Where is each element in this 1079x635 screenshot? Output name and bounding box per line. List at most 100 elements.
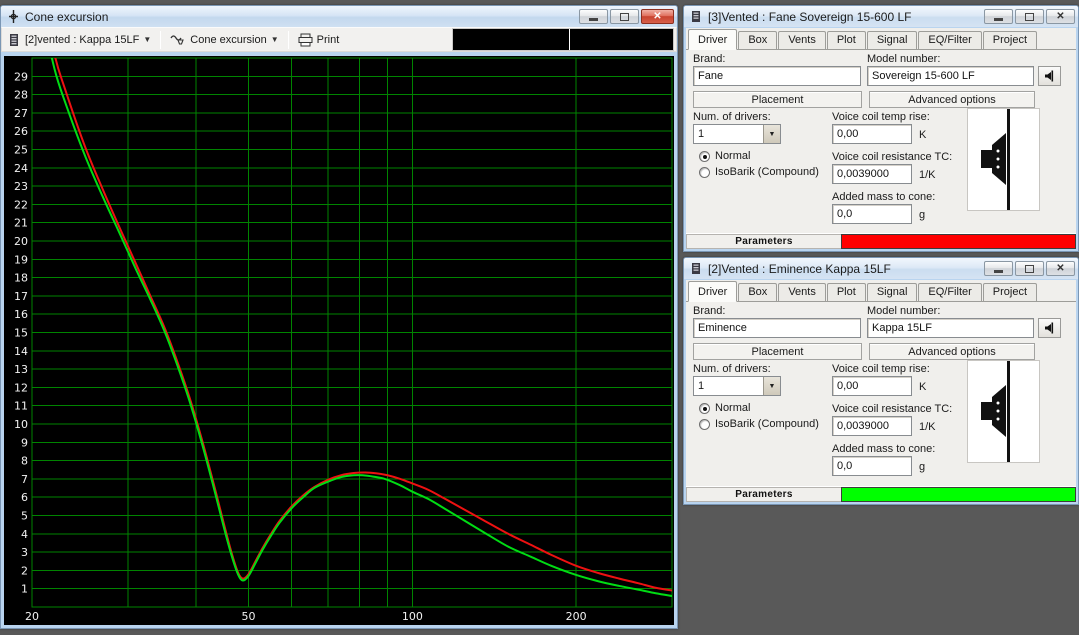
num-drivers-label: Num. of drivers:: [693, 111, 771, 123]
vc-res-label: Voice coil resistance TC:: [832, 403, 953, 415]
num-drivers-select[interactable]: 1 ▼: [693, 124, 781, 144]
radio-isobarik[interactable]: IsoBarik (Compound): [699, 166, 819, 178]
tab-plot[interactable]: Plot: [826, 283, 866, 301]
added-mass-input[interactable]: 0,0: [832, 204, 912, 224]
toolbar-separator: [287, 30, 289, 49]
close-button[interactable]: ✕: [1046, 261, 1075, 276]
model-number-label: Model number:: [867, 53, 941, 65]
num-drivers-select[interactable]: 1 ▼: [693, 376, 781, 396]
tab-driver[interactable]: Driver: [688, 281, 738, 302]
plot-window-titlebar[interactable]: Cone excursion ✕: [1, 6, 677, 27]
toolbar-separator: [160, 30, 162, 49]
chevron-down-icon: ▼: [270, 35, 279, 44]
brand-label: Brand:: [693, 53, 726, 65]
parameters-progress: [841, 234, 1076, 249]
tab-eq-filter[interactable]: EQ/Filter: [918, 31, 982, 49]
restore-button[interactable]: [1015, 9, 1044, 24]
vc-res-unit: 1/K: [919, 421, 936, 433]
brand-input[interactable]: Eminence: [693, 318, 861, 338]
vc-res-input[interactable]: 0,0039000: [832, 416, 912, 436]
restore-button[interactable]: [610, 9, 639, 24]
svg-text:4: 4: [21, 528, 28, 541]
window-titlebar[interactable]: [2]Vented : Eminence Kappa 15LF ✕: [684, 258, 1078, 279]
tab-vents[interactable]: Vents: [778, 31, 826, 49]
radio-normal[interactable]: Normal: [699, 402, 750, 414]
added-mass-input[interactable]: 0,0: [832, 456, 912, 476]
parameters-progress: [841, 487, 1076, 502]
svg-text:18: 18: [14, 272, 28, 285]
tab-project[interactable]: Project: [982, 283, 1038, 301]
driver-side-view-icon: [981, 361, 1010, 462]
svg-text:29: 29: [14, 70, 28, 83]
tab-box[interactable]: Box: [738, 283, 778, 301]
tab-eq-filter[interactable]: EQ/Filter: [918, 283, 982, 301]
window-title: [2]Vented : Eminence Kappa 15LF: [708, 261, 891, 276]
radio-normal[interactable]: Normal: [699, 150, 750, 162]
svg-text:15: 15: [14, 327, 28, 340]
tab-driver[interactable]: Driver: [688, 29, 738, 50]
svg-text:19: 19: [14, 253, 28, 266]
num-drivers-value: 1: [698, 128, 705, 140]
vc-temp-input[interactable]: 0,00: [832, 124, 912, 144]
model-number-input[interactable]: Sovereign 15-600 LF: [867, 66, 1034, 86]
parameters-status-label[interactable]: Parameters: [686, 487, 841, 502]
svg-text:9: 9: [21, 436, 28, 449]
project-icon: [692, 11, 700, 22]
speaker-icon: [1045, 70, 1054, 82]
print-button[interactable]: Print: [293, 28, 345, 51]
vc-res-unit: 1/K: [919, 169, 936, 181]
placement-button[interactable]: Placement: [693, 91, 862, 108]
added-mass-label: Added mass to cone:: [832, 443, 936, 455]
tab-bar: Driver Box Vents Plot Signal EQ/Filter P…: [686, 280, 1076, 302]
svg-text:21: 21: [14, 217, 28, 230]
advanced-options-button[interactable]: Advanced options: [869, 343, 1035, 360]
minimize-button[interactable]: [579, 9, 608, 24]
speaker-mute-button[interactable]: [1038, 318, 1061, 338]
vc-res-label: Voice coil resistance TC:: [832, 151, 953, 163]
svg-text:6: 6: [21, 491, 28, 504]
svg-text:3: 3: [21, 546, 28, 559]
svg-text:17: 17: [14, 290, 28, 303]
svg-text:25: 25: [14, 144, 28, 157]
waveform-icon: [170, 34, 185, 45]
tab-plot[interactable]: Plot: [826, 31, 866, 49]
window-titlebar[interactable]: [3]Vented : Fane Sovereign 15-600 LF ✕: [684, 6, 1078, 27]
svg-text:7: 7: [21, 473, 28, 486]
graph-select-dropdown[interactable]: Cone excursion ▼: [165, 28, 283, 51]
speaker-mute-button[interactable]: [1038, 66, 1061, 86]
plot-window-title: Cone excursion: [25, 9, 109, 24]
model-number-input[interactable]: Kappa 15LF: [867, 318, 1034, 338]
cone-excursion-chart[interactable]: 1 2 3 4 5 6 7 8 9 10 11 12 13 14 15 16 17 18 19 20 21 22 23 24 2…: [4, 56, 674, 625]
tab-project[interactable]: Project: [982, 31, 1038, 49]
status-bar: Parameters: [686, 233, 1076, 249]
tab-box[interactable]: Box: [738, 31, 778, 49]
driver-window-kappa: [2]Vented : Eminence Kappa 15LF ✕ Driver…: [683, 257, 1079, 505]
vc-temp-input[interactable]: 0,00: [832, 376, 912, 396]
advanced-options-button[interactable]: Advanced options: [869, 91, 1035, 108]
tab-signal[interactable]: Signal: [866, 283, 918, 301]
combo-dropdown-button[interactable]: ▼: [763, 125, 780, 143]
plot-toolbar: [2]vented : Kappa 15LF ▼ Cone excursion …: [1, 27, 677, 52]
driver-select-dropdown[interactable]: [2]vented : Kappa 15LF ▼: [4, 28, 156, 51]
driver-side-view-icon: [981, 109, 1010, 210]
placement-button[interactable]: Placement: [693, 343, 862, 360]
tab-bar: Driver Box Vents Plot Signal EQ/Filter P…: [686, 28, 1076, 50]
minimize-button[interactable]: [984, 9, 1013, 24]
vc-res-input[interactable]: 0,0039000: [832, 164, 912, 184]
close-button[interactable]: ✕: [641, 9, 674, 24]
parameters-status-label[interactable]: Parameters: [686, 234, 841, 249]
close-button[interactable]: ✕: [1046, 9, 1075, 24]
minimize-button[interactable]: [984, 261, 1013, 276]
tab-vents[interactable]: Vents: [778, 283, 826, 301]
combo-dropdown-button[interactable]: ▼: [763, 377, 780, 395]
tab-signal[interactable]: Signal: [866, 31, 918, 49]
restore-button[interactable]: [1015, 261, 1044, 276]
plot-window: Cone excursion ✕ [2]vented : Kappa 15LF …: [0, 5, 678, 629]
close-icon: ✕: [1056, 10, 1065, 22]
vc-temp-unit: K: [919, 381, 927, 393]
brand-input[interactable]: Fane: [693, 66, 861, 86]
svg-text:22: 22: [14, 198, 28, 211]
speaker-icon: [1045, 322, 1054, 334]
cone-excursion-icon: [9, 10, 18, 23]
radio-isobarik[interactable]: IsoBarik (Compound): [699, 418, 819, 430]
